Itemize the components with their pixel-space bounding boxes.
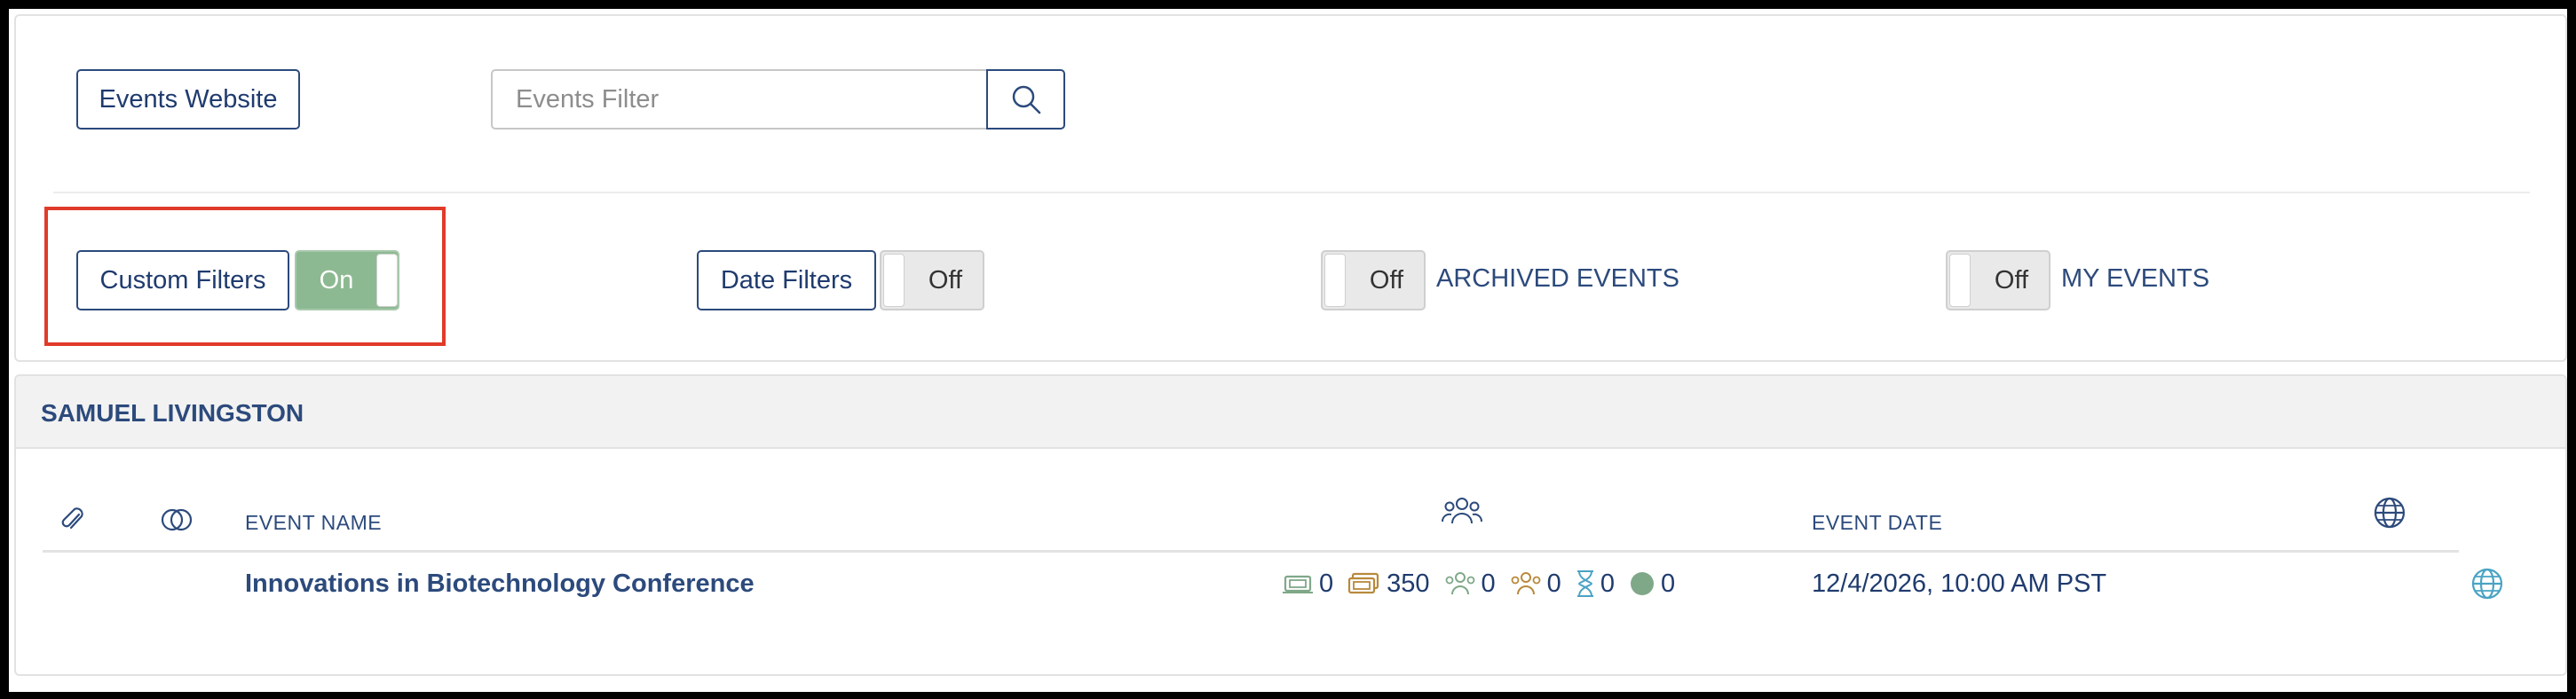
- group-icon: [1511, 572, 1541, 595]
- rings-icon: [161, 508, 193, 531]
- toggle-state-label: Off: [928, 265, 963, 295]
- search-icon: [1012, 85, 1040, 114]
- header-divider: [43, 550, 2459, 553]
- people-icon: [1442, 498, 1482, 524]
- events-website-button[interactable]: Events Website: [76, 69, 300, 130]
- toggle-knob: [1324, 254, 1346, 307]
- stat-value: 0: [1660, 569, 1676, 598]
- status-dot-icon: [1630, 572, 1654, 595]
- search-button[interactable]: [986, 69, 1065, 130]
- archived-events-label: ARCHIVED EVENTS: [1436, 264, 1679, 293]
- events-filter-input[interactable]: [491, 69, 988, 130]
- stat-value: 0: [1481, 569, 1496, 598]
- website-column-header[interactable]: [2370, 493, 2409, 532]
- my-events-label: MY EVENTS: [2061, 264, 2210, 293]
- toggle-knob: [376, 254, 398, 307]
- divider: [53, 192, 2530, 193]
- section-header: SAMUEL LIVINGSTON: [16, 376, 2565, 449]
- section-title: SAMUEL LIVINGSTON: [41, 399, 304, 427]
- globe-icon: [2374, 497, 2406, 529]
- event-stats: 0 350 0 0 0 0: [1282, 566, 1684, 601]
- date-filters-button[interactable]: Date Filters: [697, 250, 876, 310]
- filters-card: Events Website Custom Filters On Date Fi…: [14, 14, 2567, 362]
- custom-filters-button[interactable]: Custom Filters: [76, 250, 289, 310]
- stat-value: 350: [1387, 569, 1430, 598]
- attendees-column-header[interactable]: [1440, 491, 1484, 530]
- globe-icon: [2471, 568, 2503, 600]
- toggle-knob: [883, 254, 905, 307]
- tickets-stack-icon: [1348, 572, 1379, 594]
- attachments-column-header[interactable]: [55, 502, 91, 538]
- stat-value: 0: [1600, 569, 1615, 598]
- stat-value: 0: [1319, 569, 1334, 598]
- event-date-column-header[interactable]: EVENT DATE: [1812, 511, 1942, 535]
- hourglass-icon: [1576, 570, 1593, 597]
- my-events-toggle[interactable]: Off: [1946, 250, 2051, 310]
- linked-column-header[interactable]: [154, 502, 199, 538]
- toggle-knob: [1949, 254, 1971, 307]
- attendee-icon: [1445, 572, 1474, 595]
- custom-filters-toggle[interactable]: On: [295, 250, 399, 310]
- events-section: SAMUEL LIVINGSTON EVENT NAME EVENT DATE …: [14, 374, 2567, 676]
- toggle-state-label: Off: [1369, 265, 1404, 295]
- paperclip-icon: [61, 507, 83, 530]
- ticket-icon: [1283, 575, 1313, 593]
- stat-value: 0: [1546, 569, 1561, 598]
- date-filters-toggle[interactable]: Off: [880, 250, 984, 310]
- toggle-state-label: On: [319, 265, 354, 295]
- app-frame: Events Website Custom Filters On Date Fi…: [9, 9, 2567, 692]
- toggle-state-label: Off: [1994, 265, 2029, 295]
- search-group: [491, 69, 1065, 130]
- event-website-link[interactable]: [2468, 564, 2507, 603]
- event-name-column-header[interactable]: EVENT NAME: [245, 511, 382, 535]
- archived-events-toggle[interactable]: Off: [1321, 250, 1426, 310]
- event-name-link[interactable]: Innovations in Biotechnology Conference: [245, 569, 755, 599]
- event-date: 12/4/2026, 10:00 AM PST: [1812, 569, 2107, 598]
